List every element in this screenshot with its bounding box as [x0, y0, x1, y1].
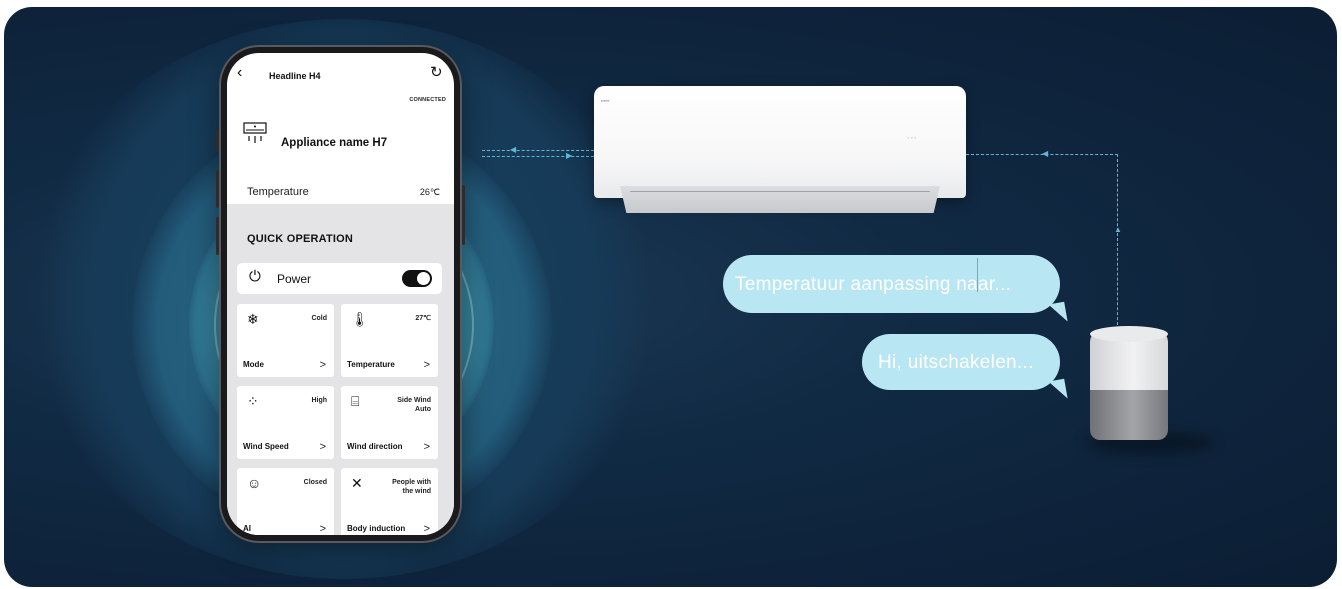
ai-label: AI — [243, 524, 251, 533]
header-title: Headline H4 — [269, 71, 321, 81]
phone-power-button — [462, 185, 465, 245]
chevron-right-icon: > — [423, 523, 430, 535]
wind-speed-status: High — [311, 397, 327, 404]
wind-direction-status: Side Wind Auto — [397, 396, 431, 414]
ai-status: Closed — [303, 479, 327, 486]
section-title: QUICK OPERATION — [247, 233, 354, 245]
body-induction-status-line2: the wind — [402, 488, 431, 495]
speech-text-temperature: Temperatuur aanpassing naar... — [735, 274, 1012, 295]
arrow-right-icon: ▶ — [566, 151, 573, 160]
bubble-tail — [1048, 378, 1068, 402]
power-icon: ⏻ — [249, 268, 261, 285]
power-toggle[interactable] — [402, 270, 432, 287]
arrow-up-icon: ▲ — [1114, 225, 1122, 234]
ac-display: ▪▪▪ — [907, 135, 918, 142]
wind-direction-status-line2: Auto — [415, 406, 431, 413]
body-induction-status: People with the wind — [392, 478, 431, 496]
speaker-cap — [1090, 326, 1168, 342]
chevron-right-icon: > — [319, 523, 326, 535]
phone-volume-down — [216, 217, 219, 255]
phone-mockup: ‹ Headline H4 ↻ CONNECTED Appliance name… — [216, 45, 465, 543]
power-row: ⏻ Power — [237, 263, 442, 294]
person-wind-icon: ✕ — [351, 475, 363, 491]
temperature-card[interactable]: 🌡 27℃ Temperature > — [341, 304, 438, 377]
chevron-right-icon: > — [319, 441, 326, 453]
ac-louver-line — [630, 191, 930, 192]
temperature-label: Temperature — [247, 186, 309, 198]
wind-speed-label: Wind Speed — [243, 442, 289, 451]
air-conditioner-icon — [243, 122, 267, 143]
speaker-fabric — [1090, 390, 1168, 440]
arrow-left-icon: ◀ — [510, 145, 517, 154]
speech-text-off: Hi, uitschakelen... — [878, 352, 1034, 373]
arrow-left-icon: ◀ — [1042, 149, 1049, 158]
temperature-card-label: Temperature — [347, 360, 395, 369]
connector-line-bottom — [482, 156, 594, 157]
text-cursor — [977, 258, 978, 292]
connector-line-top — [482, 150, 594, 151]
mode-status: Cold — [311, 315, 327, 322]
body-induction-status-line1: People with — [392, 479, 431, 486]
ai-card[interactable]: ☺ Closed AI > — [237, 468, 334, 535]
wind-speed-card[interactable]: ⁘ High Wind Speed > — [237, 386, 334, 459]
speech-bubble-off: Hi, uitschakelen... — [862, 334, 1068, 402]
chevron-left-icon[interactable]: ‹ — [237, 65, 242, 81]
app-header: ‹ Headline H4 ↻ — [227, 53, 454, 93]
app-screen: ‹ Headline H4 ↻ CONNECTED Appliance name… — [227, 53, 454, 535]
appliance-name: Appliance name H7 — [281, 137, 388, 149]
toggle-knob — [417, 272, 430, 285]
mode-label: Mode — [243, 360, 264, 369]
chevron-right-icon: > — [423, 441, 430, 453]
body-induction-card[interactable]: ✕ People with the wind Body induction > — [341, 468, 438, 535]
thermometer-icon: 🌡 — [351, 311, 369, 327]
mode-card[interactable]: ❄ Cold Mode > — [237, 304, 334, 377]
phone-volume-up — [216, 170, 219, 208]
air-conditioner-unit: ▪▪▪▪▪▪ ▪▪▪ — [594, 86, 966, 198]
wind-direction-card[interactable]: ⌸ Side Wind Auto Wind direction > — [341, 386, 438, 459]
smart-speaker — [1090, 326, 1168, 442]
snowflake-icon: ❄ — [247, 311, 259, 327]
body-induction-label: Body induction — [347, 524, 406, 533]
speech-bubble-temperature: Temperatuur aanpassing naar... — [723, 255, 1068, 325]
refresh-icon[interactable]: ↻ — [430, 65, 443, 80]
chevron-right-icon: > — [423, 359, 430, 371]
chevron-right-icon: > — [319, 359, 326, 371]
brand-logo: ▪▪▪▪▪▪ — [601, 98, 610, 103]
connection-status: CONNECTED — [409, 97, 446, 103]
temperature-card-status: 27℃ — [415, 315, 431, 322]
wind-direction-status-line1: Side Wind — [397, 397, 431, 404]
power-label: Power — [277, 272, 312, 286]
speaker-connector-vertical — [1117, 154, 1118, 330]
wind-direction-label: Wind direction — [347, 442, 403, 451]
phone-side-button — [216, 130, 219, 152]
wind-speed-icon: ⁘ — [247, 393, 259, 409]
wind-direction-icon: ⌸ — [351, 393, 360, 409]
ai-head-icon: ☺ — [247, 475, 262, 491]
temperature-value: 26℃ — [419, 187, 440, 197]
bubble-tail — [1048, 301, 1068, 325]
